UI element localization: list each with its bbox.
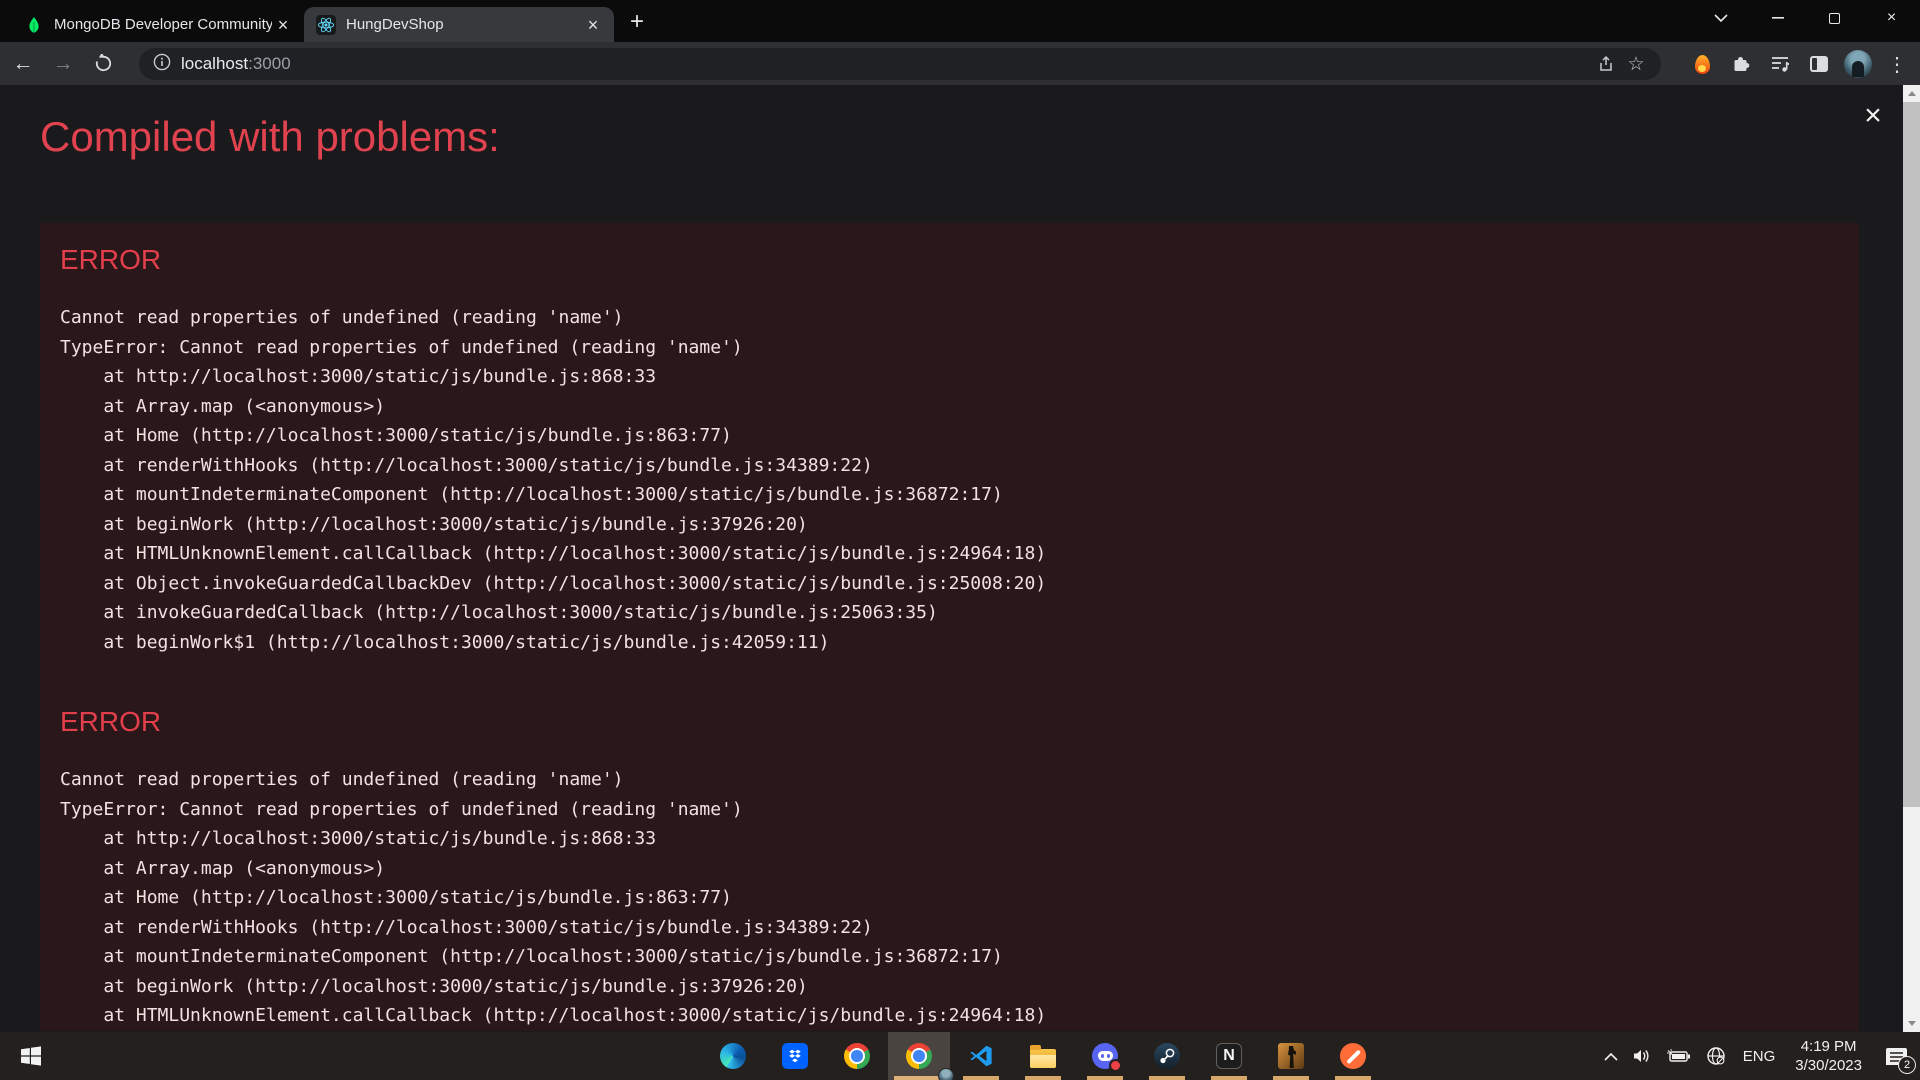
hola-vpn-flame-icon[interactable] — [1687, 49, 1717, 79]
forward-icon[interactable]: → — [46, 47, 80, 81]
error-section: ERROR Cannot read properties of undefined… — [60, 243, 1835, 657]
taskbar-apps: N — [702, 1032, 1384, 1080]
taskbar: N ENG 4:19 PM 3/30/2023 — [0, 1032, 1920, 1080]
error-box: ERROR Cannot read properties of undefined… — [40, 223, 1859, 1031]
file-explorer-icon — [1030, 1049, 1056, 1068]
tab-hungdevshop[interactable]: HungDevShop × — [304, 7, 614, 42]
extensions-puzzle-icon[interactable] — [1726, 49, 1756, 79]
error-label: ERROR — [60, 243, 1835, 277]
profile-avatar[interactable] — [1843, 49, 1873, 79]
discord-notification-badge — [1109, 1059, 1122, 1072]
discord-icon — [1092, 1043, 1118, 1069]
clock[interactable]: 4:19 PM 3/30/2023 — [1785, 1037, 1872, 1075]
hidden-icons-chevron-icon[interactable] — [1597, 1032, 1625, 1080]
scrollbar-down-arrow[interactable] — [1903, 1015, 1920, 1032]
taskbar-notion[interactable]: N — [1198, 1032, 1260, 1080]
page-content: Compiled with problems: × ERROR Cannot re… — [0, 85, 1920, 1032]
share-icon[interactable] — [1591, 49, 1621, 79]
new-tab-button[interactable]: + — [622, 8, 652, 38]
start-button[interactable] — [0, 1032, 62, 1080]
clock-date: 3/30/2023 — [1795, 1056, 1862, 1075]
more-menu-icon[interactable]: ⋮ — [1882, 49, 1912, 79]
language-indicator[interactable]: ENG — [1733, 1048, 1786, 1065]
taskbar-csgo[interactable] — [1260, 1032, 1322, 1080]
mongodb-leaf-icon — [24, 15, 44, 35]
taskbar-dropbox[interactable] — [764, 1032, 826, 1080]
steam-icon — [1154, 1043, 1180, 1069]
taskbar-edge[interactable] — [702, 1032, 764, 1080]
vscode-icon — [968, 1043, 994, 1069]
tab-title: MongoDB Developer Community — [54, 16, 272, 33]
action-center[interactable]: 2 — [1872, 1032, 1920, 1080]
desktop-screen: MongoDB Developer Community × HungDevSho… — [0, 0, 1920, 1080]
edge-icon — [720, 1043, 746, 1069]
taskbar-file-explorer[interactable] — [1012, 1032, 1074, 1080]
volume-icon[interactable] — [1625, 1032, 1659, 1080]
scrollbar-thumb[interactable] — [1903, 102, 1920, 807]
window-close-button[interactable]: × — [1863, 0, 1920, 36]
clock-time: 4:19 PM — [1795, 1037, 1862, 1056]
back-icon[interactable]: ← — [6, 47, 40, 81]
tab-close-icon[interactable]: × — [582, 14, 604, 36]
site-info-icon[interactable] — [153, 53, 171, 76]
browser-tab-strip: MongoDB Developer Community × HungDevSho… — [0, 0, 1920, 42]
url-host: localhost — [181, 54, 248, 73]
tab-mongodb-community[interactable]: MongoDB Developer Community × — [12, 7, 304, 42]
postman-icon — [1340, 1043, 1366, 1069]
csgo-icon — [1278, 1043, 1304, 1069]
taskbar-chrome[interactable] — [826, 1032, 888, 1080]
extensions-area: ⋮ — [1687, 46, 1912, 82]
minimize-button[interactable] — [1749, 0, 1806, 36]
side-panel-icon[interactable] — [1804, 49, 1834, 79]
reload-icon[interactable] — [86, 47, 120, 81]
error-label: ERROR — [60, 705, 1835, 739]
restore-button[interactable] — [1806, 0, 1863, 36]
chrome-icon — [844, 1043, 870, 1069]
network-globe-icon[interactable] — [1699, 1032, 1733, 1080]
overlay-title: Compiled with problems: — [40, 113, 500, 161]
notification-count-badge: 2 — [1898, 1056, 1916, 1074]
taskbar-discord[interactable] — [1074, 1032, 1136, 1080]
scrollbar-up-arrow[interactable] — [1903, 85, 1920, 102]
taskbar-vscode[interactable] — [950, 1032, 1012, 1080]
url-port: :3000 — [248, 54, 291, 73]
window-controls: × — [1692, 0, 1920, 36]
tab-title: HungDevShop — [346, 16, 582, 33]
browser-toolbar: ← → localhost:3000 ☆ — [0, 42, 1920, 85]
battery-icon[interactable] — [1659, 1032, 1699, 1080]
media-controls-icon[interactable] — [1765, 49, 1795, 79]
vertical-scrollbar[interactable] — [1903, 85, 1920, 1032]
chrome-profile-icon — [906, 1043, 932, 1069]
notion-icon: N — [1216, 1043, 1242, 1069]
dropbox-icon — [782, 1043, 808, 1069]
react-atom-icon — [316, 15, 336, 35]
error-stack-trace: Cannot read properties of undefined (rea… — [60, 765, 1835, 1031]
bookmark-star-icon[interactable]: ☆ — [1621, 49, 1651, 79]
system-tray: ENG 4:19 PM 3/30/2023 2 — [1597, 1032, 1920, 1080]
taskbar-postman[interactable] — [1322, 1032, 1384, 1080]
overlay-close-icon[interactable]: × — [1856, 99, 1890, 133]
tab-search-chevron-icon[interactable] — [1692, 0, 1749, 36]
chrome-profile-avatar — [938, 1068, 954, 1080]
taskbar-chrome-profile[interactable] — [888, 1032, 950, 1080]
error-stack-trace: Cannot read properties of undefined (rea… — [60, 303, 1835, 657]
taskbar-steam[interactable] — [1136, 1032, 1198, 1080]
tab-close-icon[interactable]: × — [272, 14, 294, 36]
error-section: ERROR Cannot read properties of undefined… — [60, 705, 1835, 1031]
address-bar[interactable]: localhost:3000 ☆ — [139, 48, 1661, 80]
